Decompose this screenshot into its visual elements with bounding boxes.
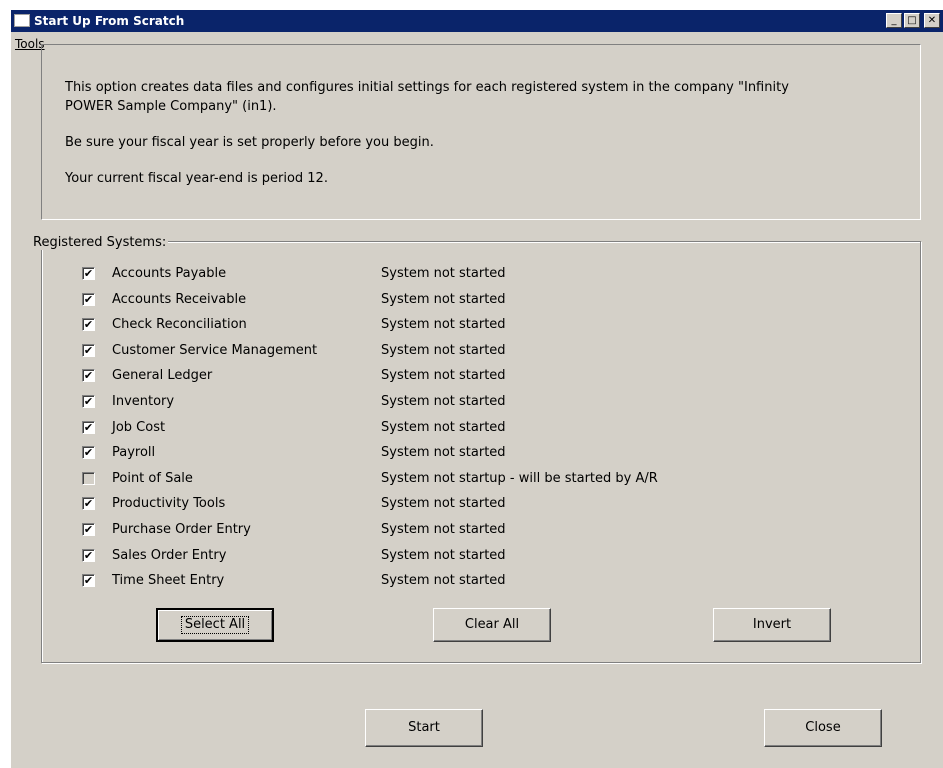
select-all-button[interactable]: Select All (156, 608, 274, 642)
system-checkbox[interactable]: ✔ (82, 369, 95, 383)
select-all-label: Select All (180, 616, 250, 634)
system-checkbox[interactable]: ✔ (82, 318, 95, 332)
system-row[interactable]: ✔ Payroll System not started (82, 443, 902, 463)
system-row[interactable]: Point of Sale System not startup - will b… (82, 469, 902, 489)
system-name: Sales Order Entry (112, 547, 227, 563)
system-name: Payroll (112, 445, 156, 461)
info-line-2: POWER Sample Company" (in1). (65, 99, 277, 114)
system-row[interactable]: ✔ Sales Order Entry System not started (82, 546, 902, 566)
invert-button[interactable]: Invert (713, 608, 831, 642)
info-line-1: This option creates data files and confi… (65, 80, 789, 95)
system-checkbox[interactable]: ✔ (82, 267, 95, 280)
start-up-window: Start Up From Scratch _ □ ✕ Tools This o… (10, 10, 943, 768)
system-status: System not startup - will be started by … (381, 470, 658, 486)
system-status: System not started (381, 291, 506, 307)
system-row[interactable]: ✔ Productivity Tools System not started (82, 494, 902, 514)
close-window-button[interactable]: ✕ (924, 13, 940, 28)
window-title: Start Up From Scratch (34, 14, 185, 28)
system-row[interactable]: ✔ General Ledger System not started (82, 366, 902, 386)
system-name: Check Reconciliation (112, 317, 247, 333)
system-checkbox[interactable]: ✔ (82, 292, 95, 306)
system-name: Job Cost (112, 419, 166, 435)
system-checkbox[interactable]: ✔ (82, 548, 95, 562)
system-name: Accounts Payable (112, 266, 227, 281)
system-status: System not started (381, 368, 506, 384)
info-line-3: Be sure your fiscal year is set properly… (65, 135, 434, 150)
system-status: System not started (381, 419, 506, 435)
system-checkbox[interactable]: ✔ (82, 343, 95, 357)
system-row[interactable]: ✔ Accounts Payable System not started (82, 264, 902, 284)
system-name: General Ledger (112, 368, 213, 384)
system-checkbox[interactable]: ✔ (82, 574, 95, 588)
info-panel: This option creates data files and confi… (41, 44, 921, 220)
system-status: System not started (381, 547, 506, 563)
info-line-4: Your current fiscal year-end is period 1… (65, 171, 328, 186)
system-row[interactable]: ✔ Time Sheet Entry System not started (82, 571, 902, 591)
system-row[interactable]: ✔ Check Reconciliation System not started (82, 315, 902, 335)
clear-all-button[interactable]: Clear All (433, 608, 551, 642)
system-row[interactable]: ✔ Job Cost System not started (82, 418, 902, 438)
system-checkbox[interactable] (82, 471, 95, 485)
system-status: System not started (381, 266, 506, 281)
system-status: System not started (381, 522, 506, 537)
system-name: Time Sheet Entry (112, 573, 225, 589)
registered-systems-legend: Registered Systems: (31, 235, 169, 250)
close-button[interactable]: Close (764, 709, 882, 747)
system-row[interactable]: ✔ Accounts Receivable System not started (82, 290, 902, 310)
system-name: Productivity Tools (112, 496, 226, 512)
start-button[interactable]: Start (365, 709, 483, 747)
system-status: System not started (381, 317, 506, 333)
app-icon (14, 14, 30, 27)
system-name: Purchase Order Entry (112, 522, 251, 537)
system-status: System not started (381, 445, 506, 461)
system-status: System not started (381, 496, 506, 512)
system-checkbox[interactable]: ✔ (82, 420, 95, 434)
system-checkbox[interactable]: ✔ (82, 395, 95, 408)
system-name: Customer Service Management (112, 342, 318, 358)
system-name: Inventory (112, 394, 175, 409)
system-checkbox[interactable]: ✔ (82, 497, 95, 511)
system-row[interactable]: ✔ Customer Service Management System not s… (82, 341, 902, 361)
system-status: System not started (381, 573, 506, 589)
system-row[interactable]: ✔ Inventory System not started (82, 392, 902, 412)
system-status: System not started (381, 394, 506, 409)
system-row[interactable]: ✔ Purchase Order Entry System not started (82, 520, 902, 540)
title-bar[interactable]: Start Up From Scratch _ □ ✕ (11, 10, 943, 32)
maximize-button[interactable]: □ (904, 13, 920, 28)
system-checkbox[interactable]: ✔ (82, 523, 95, 536)
system-name: Accounts Receivable (112, 291, 247, 307)
minimize-button[interactable]: _ (886, 13, 902, 28)
system-status: System not started (381, 342, 506, 358)
system-name: Point of Sale (112, 470, 193, 486)
system-checkbox[interactable]: ✔ (82, 446, 95, 460)
